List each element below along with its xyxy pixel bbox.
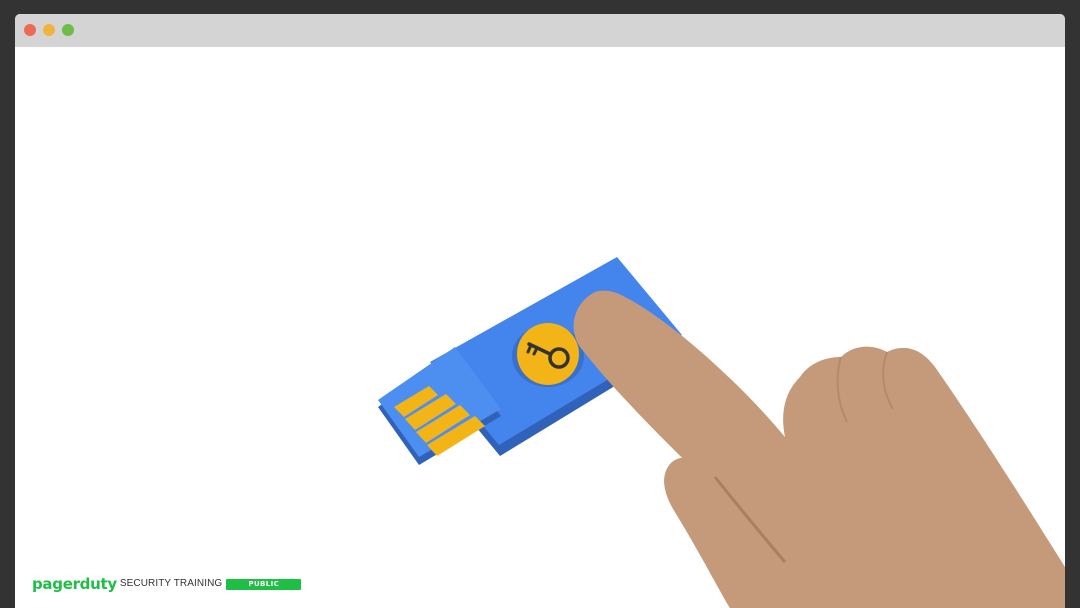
training-label: SECURITY TRAINING: [119, 578, 223, 589]
maximize-window-button[interactable]: [62, 24, 74, 36]
pagerduty-logo: pagerduty: [32, 575, 117, 593]
public-badge: PUBLIC: [226, 578, 302, 590]
slide-content: pagerduty SECURITY TRAINING PUBLIC: [15, 47, 1065, 608]
pointing-hand-icon: [573, 290, 1065, 608]
security-key-illustration: [378, 257, 1065, 608]
close-window-button[interactable]: [24, 24, 36, 36]
browser-window: pagerduty SECURITY TRAINING PUBLIC: [15, 14, 1065, 608]
slide-footer: pagerduty SECURITY TRAINING PUBLIC: [32, 574, 302, 594]
minimize-window-button[interactable]: [43, 24, 55, 36]
window-titlebar: [15, 14, 1065, 47]
